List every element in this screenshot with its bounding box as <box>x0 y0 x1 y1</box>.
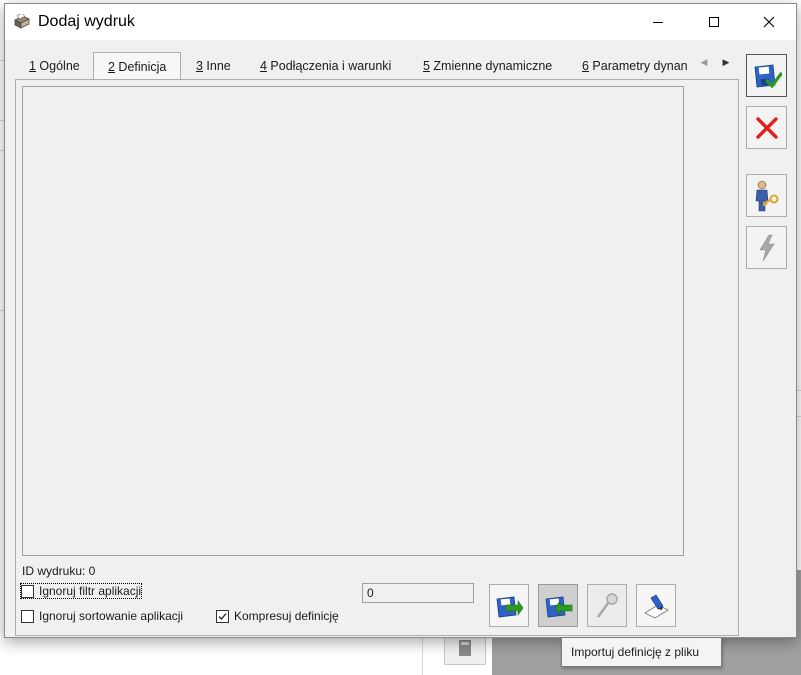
checkbox-box[interactable] <box>216 609 229 623</box>
minimize-icon <box>653 22 663 23</box>
export-disk-icon <box>496 596 524 617</box>
tab-ogolne[interactable]: 1 Ogólne <box>29 55 80 79</box>
tooltip: Importuj definicję z pliku <box>561 637 722 667</box>
printer-app-icon <box>13 12 31 30</box>
tab-strip: 1 Ogólne 2 Definicja 3 Inne 4 Podłączeni… <box>15 52 737 81</box>
ignore-filter-checkbox[interactable]: Ignoruj filtr aplikacji <box>19 583 143 599</box>
tab-parametry[interactable]: 6 Parametry dynan <box>582 55 692 79</box>
import-disk-icon <box>545 596 573 617</box>
bg-divider <box>422 637 423 675</box>
tab-definicja[interactable]: 2 Definicja <box>93 52 182 81</box>
lightning-icon <box>758 234 775 261</box>
close-icon <box>763 16 775 28</box>
minimize-button[interactable] <box>635 4 681 40</box>
checkbox-box[interactable] <box>21 609 34 623</box>
export-definition-button[interactable] <box>489 584 529 627</box>
maximize-button[interactable] <box>691 4 737 40</box>
preview-definition-button[interactable] <box>587 584 627 627</box>
ignore-sort-checkbox[interactable]: Ignoruj sortowanie aplikacji <box>21 609 183 623</box>
save-check-icon <box>754 64 782 88</box>
save-button[interactable] <box>746 54 787 97</box>
tab-inne[interactable]: 3 Inne <box>196 55 231 79</box>
checkbox-box[interactable] <box>21 584 34 598</box>
permissions-button[interactable] <box>746 174 787 217</box>
run-action-button[interactable] <box>746 226 787 269</box>
dialog-window: Dodaj wydruk 1 Ogólne 2 Definicja 3 Inne… <box>4 3 797 638</box>
tab-podlaczenia[interactable]: 4 Podłączenia i warunki <box>260 55 391 79</box>
definition-panel: ID wydruku: 0 Ignoruj filtr aplikacji Ig… <box>15 79 739 636</box>
compress-checkbox[interactable]: Kompresuj definicję <box>216 609 339 623</box>
cancel-x-icon <box>755 116 778 139</box>
window-title: Dodaj wydruk <box>38 13 135 30</box>
tab-scroll-left-icon[interactable]: ◀ <box>697 57 711 71</box>
user-key-icon <box>755 180 778 211</box>
bg-calculator-icon <box>444 635 486 665</box>
edit-pen-icon <box>644 594 669 618</box>
tab-zmienne[interactable]: 5 Zmienne dynamiczne <box>423 55 552 79</box>
checkmark-icon <box>218 612 227 620</box>
definition-editor[interactable] <box>22 86 684 556</box>
print-id-label: ID wydruku: 0 <box>22 564 96 578</box>
maximize-icon <box>709 17 719 27</box>
close-button[interactable] <box>746 4 792 40</box>
number-field[interactable]: 0 <box>362 583 474 603</box>
edit-definition-button[interactable] <box>636 584 676 627</box>
magnifier-icon <box>596 592 618 618</box>
import-definition-button[interactable] <box>538 584 578 627</box>
title-bar[interactable]: Dodaj wydruk <box>5 4 796 40</box>
cancel-button[interactable] <box>746 106 787 149</box>
tab-scroll-right-icon[interactable]: ▶ <box>719 57 733 71</box>
